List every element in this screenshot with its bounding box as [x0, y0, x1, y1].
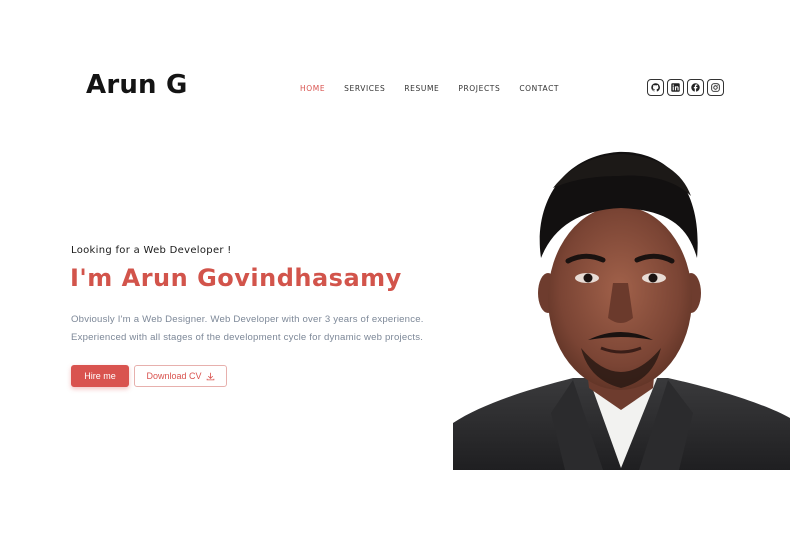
- nav-services[interactable]: SERVICES: [344, 84, 385, 93]
- linkedin-icon[interactable]: [667, 79, 684, 96]
- main-nav: HOME SERVICES RESUME PROJECTS CONTACT: [300, 84, 578, 93]
- download-icon: [206, 372, 214, 380]
- nav-contact[interactable]: CONTACT: [519, 84, 559, 93]
- nav-resume[interactable]: RESUME: [404, 84, 439, 93]
- hire-me-button[interactable]: Hire me: [71, 365, 129, 387]
- hero-tagline: Looking for a Web Developer !: [71, 245, 232, 256]
- social-links: [647, 79, 724, 96]
- nav-home[interactable]: HOME: [300, 84, 325, 93]
- facebook-icon[interactable]: [687, 79, 704, 96]
- hero-description-line-1: Obviously I'm a Web Designer. Web Develo…: [71, 314, 424, 325]
- nav-projects[interactable]: PROJECTS: [458, 84, 500, 93]
- download-cv-label: Download CV: [146, 371, 202, 381]
- github-icon[interactable]: [647, 79, 664, 96]
- profile-photo: [453, 148, 790, 470]
- download-cv-button[interactable]: Download CV: [134, 365, 227, 387]
- instagram-icon[interactable]: [707, 79, 724, 96]
- hero-title: I'm Arun Govindhasamy: [70, 264, 402, 292]
- hire-me-label: Hire me: [84, 371, 116, 381]
- hero-description-line-2: Experienced with all stages of the devel…: [71, 332, 424, 343]
- hero-description: Obviously I'm a Web Designer. Web Develo…: [71, 311, 461, 347]
- brand-logo[interactable]: Arun G: [86, 70, 188, 100]
